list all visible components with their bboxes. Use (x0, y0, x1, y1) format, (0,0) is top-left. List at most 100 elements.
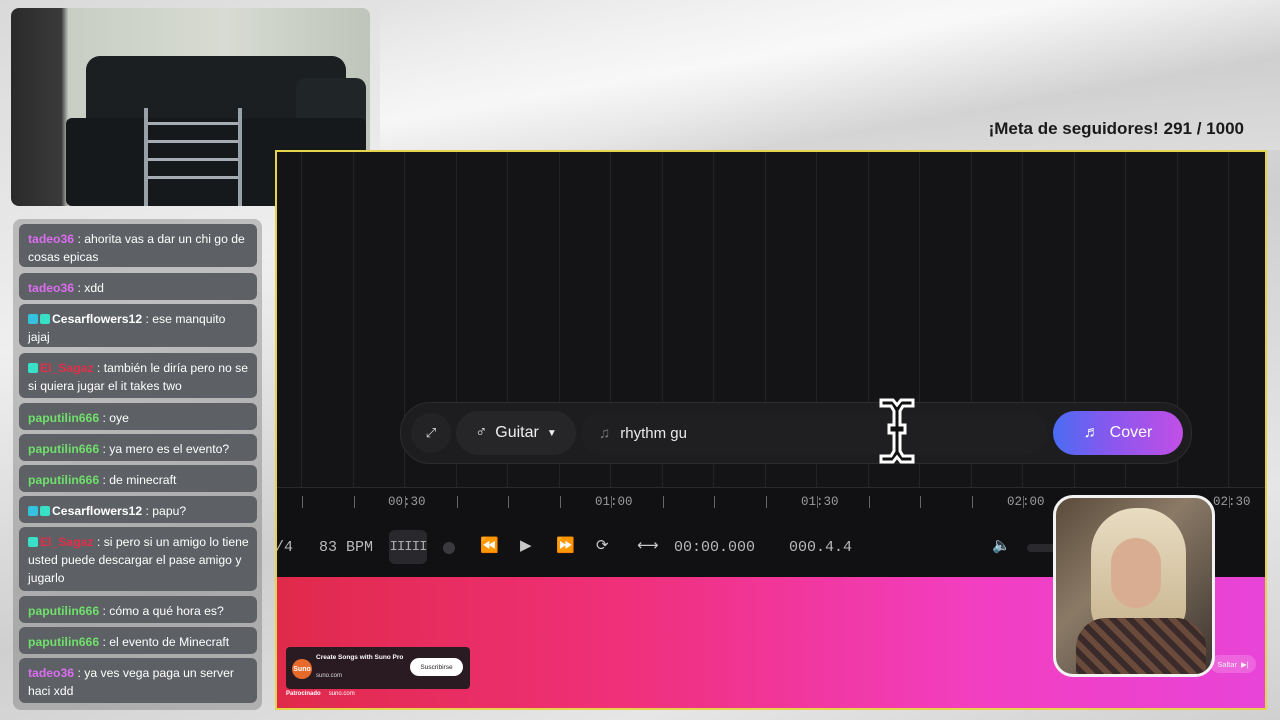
metronome-icon: IIIII (389, 539, 427, 555)
grid-line (1228, 152, 1229, 487)
timeline-label: 00:30 (388, 495, 426, 509)
chat-text: ya mero es el evento? (109, 442, 230, 456)
chat-separator: : (99, 635, 110, 649)
chat-message: paputilin666 : ya mero es el evento? (19, 434, 257, 461)
chat-badge-icon (28, 506, 38, 516)
position-display: 000.4.4 (789, 539, 853, 556)
chat-username[interactable]: paputilin666 (28, 604, 99, 618)
chat-username[interactable]: tadeo36 (28, 232, 74, 246)
chat-message: Cesarflowers12 : ese manquito jajaj (19, 304, 257, 347)
chat-message: tadeo36 : ya ves vega paga un server hac… (19, 658, 257, 703)
chat-separator: : (99, 604, 110, 618)
timeline-tick (302, 496, 303, 508)
fast-forward-icon[interactable]: ⏩ (556, 536, 575, 554)
timeline-label: 02:30 (1213, 495, 1251, 509)
timeline-tick (971, 496, 973, 508)
prompt-input[interactable] (620, 424, 1001, 442)
text-cursor-icon (879, 398, 915, 464)
loop-icon[interactable]: ⟳ (596, 536, 609, 554)
chat-message: paputilin666 : de minecraft (19, 465, 257, 492)
chat-username[interactable]: Cesarflowers12 (52, 312, 142, 326)
timeline-tick (765, 496, 767, 508)
cover-label: Cover (1109, 424, 1153, 441)
timeline-tick (920, 496, 921, 508)
chat-badge-icon (40, 506, 50, 516)
chat-username[interactable]: El_Sagaz (40, 361, 94, 375)
ad-title: Create Songs with Suno Pro (316, 654, 404, 661)
time-signature[interactable]: /4 (277, 539, 293, 556)
goal-count: 291 / 1000 (1163, 119, 1244, 138)
chat-username[interactable]: tadeo36 (28, 281, 74, 295)
chat-badge-icon (28, 314, 38, 324)
timeline-tick (868, 496, 870, 508)
chat-separator: : (93, 361, 104, 375)
expand-icon: ⤢ (425, 425, 437, 440)
chair (144, 108, 242, 206)
ad-card[interactable]: Suno Create Songs with Suno Pro suno.com… (286, 647, 470, 689)
timeline-label: 01:00 (595, 495, 633, 509)
chat-text: papu? (152, 504, 187, 518)
time-display: 00:00.000 (674, 539, 756, 556)
chat-separator: : (74, 666, 85, 680)
timeline-tick (714, 496, 715, 508)
chat-username[interactable]: paputilin666 (28, 411, 99, 425)
snap-icon[interactable]: ⟷ (637, 536, 659, 554)
chat-text: oye (109, 411, 129, 425)
chat-username[interactable]: paputilin666 (28, 635, 99, 649)
chat-separator: : (142, 312, 153, 326)
subscribe-button[interactable]: Suscribirse (410, 658, 463, 676)
chat-message: paputilin666 : el evento de Minecraft (19, 627, 257, 654)
cover-note-icon: ♬ (1083, 424, 1100, 441)
suno-logo: Suno (292, 659, 312, 679)
timeline-tick (353, 496, 355, 508)
chevron-down-icon: ▼ (546, 427, 557, 439)
chat-text: el evento de Minecraft (109, 635, 230, 649)
sponsor-url: suno.com (328, 691, 355, 697)
guitar-icon: ♂ (475, 424, 488, 441)
grid-line (352, 152, 354, 487)
chat-message: paputilin666 : cómo a qué hora es? (19, 596, 257, 623)
chat-text: de minecraft (109, 473, 177, 487)
cover-button[interactable]: ♬ Cover (1053, 411, 1183, 455)
chat-separator: : (99, 473, 110, 487)
chat-message: El_Sagaz : también le diría pero no se s… (19, 353, 257, 398)
timeline-tick (662, 496, 664, 508)
skip-icon: ▶| (1240, 659, 1249, 669)
goal-label: ¡Meta de seguidores! (988, 119, 1159, 138)
metronome-button[interactable]: IIIII (389, 530, 428, 564)
instrument-label: Guitar (495, 424, 539, 441)
timeline-tick (456, 496, 458, 508)
chat-separator: : (99, 411, 110, 425)
prompt-field[interactable]: ♫ (581, 411, 1048, 455)
volume-icon[interactable]: 🔈 (992, 536, 1011, 554)
record-icon[interactable] (443, 542, 455, 554)
chat-username[interactable]: paputilin666 (28, 442, 99, 456)
grid-line (301, 152, 302, 487)
timeline-label: 01:30 (801, 495, 839, 509)
chat-username[interactable]: paputilin666 (28, 473, 99, 487)
chat-separator: : (99, 442, 110, 456)
skip-label: Saltar (1217, 659, 1237, 669)
rewind-icon[interactable]: ⏪ (480, 536, 499, 554)
music-note-icon: ♫ (599, 424, 611, 442)
chat-separator: : (93, 535, 104, 549)
chat-text: cómo a qué hora es? (109, 604, 224, 618)
chat-message: paputilin666 : oye (19, 403, 257, 430)
bpm-display[interactable]: 83 BPM (319, 539, 373, 556)
chat-separator: : (142, 504, 153, 518)
play-icon[interactable]: ▶ (520, 536, 532, 554)
timeline-tick (508, 496, 509, 508)
chat-username[interactable]: tadeo36 (28, 666, 74, 680)
chat-username[interactable]: El_Sagaz (40, 535, 94, 549)
ad-url: suno.com (316, 673, 343, 679)
prompt-bar: ⤢ ♂ Guitar ▼ ♫ ♬ Cover (400, 402, 1192, 464)
timeline-tick (559, 496, 561, 508)
chat-username[interactable]: Cesarflowers12 (52, 504, 142, 518)
chat-badge-icon (28, 363, 38, 373)
chat-separator: : (74, 281, 85, 295)
instrument-dropdown[interactable]: ♂ Guitar ▼ (456, 411, 576, 455)
expand-button[interactable]: ⤢ (411, 413, 451, 453)
chat-message: tadeo36 : xdd (19, 273, 257, 300)
chat-message: tadeo36 : ahorita vas a dar un chi go de… (19, 224, 257, 267)
skip-ad-button[interactable]: Saltar ▶| (1210, 655, 1256, 673)
